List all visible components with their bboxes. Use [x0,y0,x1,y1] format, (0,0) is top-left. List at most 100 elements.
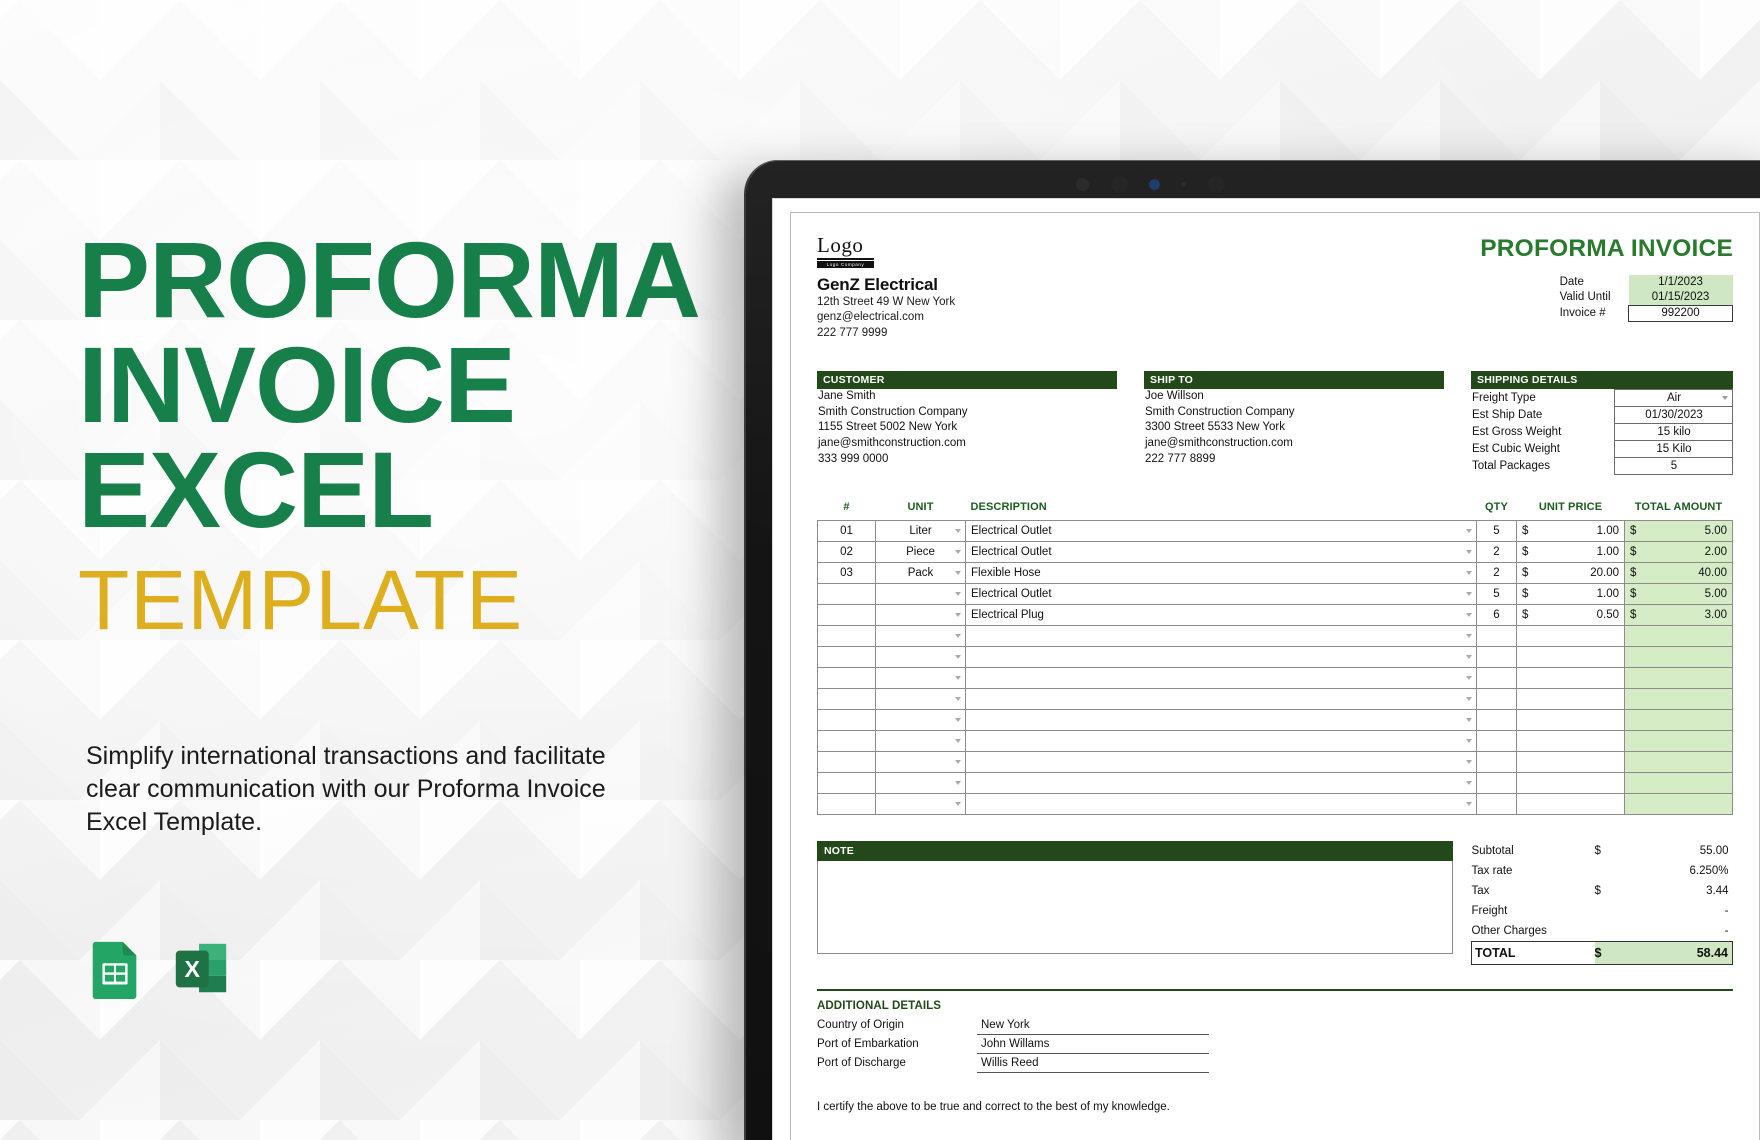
item-qty-cell[interactable] [1476,792,1517,815]
meta-value-valid-until[interactable]: 01/15/2023 [1628,290,1733,306]
item-unit-price-cell[interactable] [1516,666,1625,689]
item-number-cell[interactable] [817,729,876,752]
item-description-select[interactable] [965,624,1477,647]
item-number-cell[interactable]: 01 [817,519,876,542]
item-unit-select[interactable] [875,666,966,689]
item-unit-select[interactable] [875,645,966,668]
item-unit-price-cell[interactable]: $0.50 [1516,603,1625,626]
item-unit-price-cell[interactable] [1516,771,1625,794]
port-of-embarkation-input[interactable]: John Willams [977,1034,1209,1054]
currency-symbol: $ [1630,587,1637,600]
item-qty-cell[interactable]: 5 [1476,582,1517,605]
item-unit-select[interactable] [875,687,966,710]
item-qty-cell[interactable] [1476,729,1517,752]
item-qty-cell[interactable] [1476,687,1517,710]
freight-type-select[interactable]: Air [1614,388,1733,407]
item-unit-select[interactable] [875,603,966,626]
parties-row: CUSTOMER Jane Smith Smith Construction C… [817,370,1733,475]
google-sheets-icon[interactable] [84,938,146,1000]
est-ship-date-value[interactable]: 01/30/2023 [1614,405,1733,424]
item-description-select[interactable] [965,645,1477,668]
item-qty-cell[interactable] [1476,750,1517,773]
item-unit-select[interactable] [875,792,966,815]
ship-to-header: SHIP TO [1144,370,1444,389]
item-unit-price-cell[interactable] [1516,708,1625,731]
note-input[interactable] [817,860,1453,954]
meta-value-date[interactable]: 1/1/2023 [1628,275,1733,290]
item-number-cell[interactable]: 03 [817,561,876,584]
item-unit-price-cell[interactable] [1516,624,1625,647]
excel-icon[interactable]: X [170,938,232,1000]
item-description-select[interactable] [965,771,1477,794]
item-description-select[interactable]: Electrical Outlet [965,519,1477,542]
total-packages-value[interactable]: 5 [1614,456,1733,475]
table-row [817,708,1733,731]
item-total-amount-cell [1624,750,1733,773]
item-unit-price-cell[interactable] [1516,645,1625,668]
port-of-discharge-input[interactable]: Willis Reed [977,1053,1209,1073]
tax-rate-value[interactable]: 6.250% [1629,861,1733,881]
item-description-select[interactable] [965,792,1477,815]
item-description-select[interactable]: Flexible Hose [965,561,1477,584]
amount-value: 1.00 [1596,524,1619,537]
item-description-select[interactable]: Electrical Outlet [965,582,1477,605]
meta-value-invoice-number[interactable]: 992200 [1628,305,1733,322]
country-of-origin-input[interactable]: New York [977,1015,1209,1035]
customer-line: 1155 Street 5002 New York [818,421,958,434]
item-qty-cell[interactable] [1476,666,1517,689]
sensor-dot [1076,178,1089,191]
amount-value: 1.00 [1596,587,1619,600]
est-cubic-weight-value[interactable]: 15 Kilo [1614,439,1733,458]
item-description-select[interactable]: Electrical Plug [965,603,1477,626]
item-number-cell[interactable] [817,666,876,689]
item-unit-select[interactable] [875,582,966,605]
item-unit-select[interactable] [875,750,966,773]
item-unit-price-cell[interactable] [1516,792,1625,815]
item-unit-price-cell[interactable]: $1.00 [1516,519,1625,542]
item-description-select[interactable]: Electrical Outlet [965,540,1477,563]
item-qty-cell[interactable] [1476,624,1517,647]
item-description-select[interactable] [965,750,1477,773]
item-unit-select[interactable] [875,771,966,794]
item-description-select[interactable] [965,666,1477,689]
item-unit-select[interactable] [875,729,966,752]
item-unit-select[interactable] [875,708,966,731]
item-number-cell[interactable] [817,603,876,626]
item-number-cell[interactable] [817,792,876,815]
item-unit-select[interactable]: Pack [875,561,966,584]
ship-to-line: Smith Construction Company [1145,405,1295,418]
item-number-cell[interactable] [817,582,876,605]
item-qty-cell[interactable] [1476,771,1517,794]
est-gross-weight-value[interactable]: 15 kilo [1614,422,1733,441]
item-unit-select[interactable] [875,624,966,647]
item-unit-price-cell[interactable]: $20.00 [1516,561,1625,584]
totals-currency [1595,921,1629,942]
item-number-cell[interactable] [817,771,876,794]
item-description-select[interactable] [965,687,1477,710]
promo-headline-line3: EXCEL [78,428,434,550]
freight-value[interactable]: - [1629,901,1733,921]
item-qty-cell[interactable]: 2 [1476,540,1517,563]
chevron-down-icon [955,528,961,533]
item-qty-cell[interactable]: 2 [1476,561,1517,584]
item-number-cell[interactable] [817,708,876,731]
item-qty-cell[interactable] [1476,708,1517,731]
item-unit-price-cell[interactable] [1516,729,1625,752]
item-qty-cell[interactable]: 6 [1476,603,1517,626]
item-unit-price-cell[interactable] [1516,750,1625,773]
item-number-cell[interactable] [817,624,876,647]
item-unit-price-cell[interactable]: $1.00 [1516,582,1625,605]
item-number-cell[interactable]: 02 [817,540,876,563]
item-number-cell[interactable] [817,687,876,710]
item-number-cell[interactable] [817,645,876,668]
item-unit-select[interactable]: Piece [875,540,966,563]
item-qty-cell[interactable] [1476,645,1517,668]
item-unit-price-cell[interactable]: $1.00 [1516,540,1625,563]
item-description-select[interactable] [965,729,1477,752]
other-charges-value[interactable]: - [1629,921,1733,942]
item-description-select[interactable] [965,708,1477,731]
item-unit-select[interactable]: Liter [875,519,966,542]
item-unit-price-cell[interactable] [1516,687,1625,710]
item-number-cell[interactable] [817,750,876,773]
item-qty-cell[interactable]: 5 [1476,519,1517,542]
